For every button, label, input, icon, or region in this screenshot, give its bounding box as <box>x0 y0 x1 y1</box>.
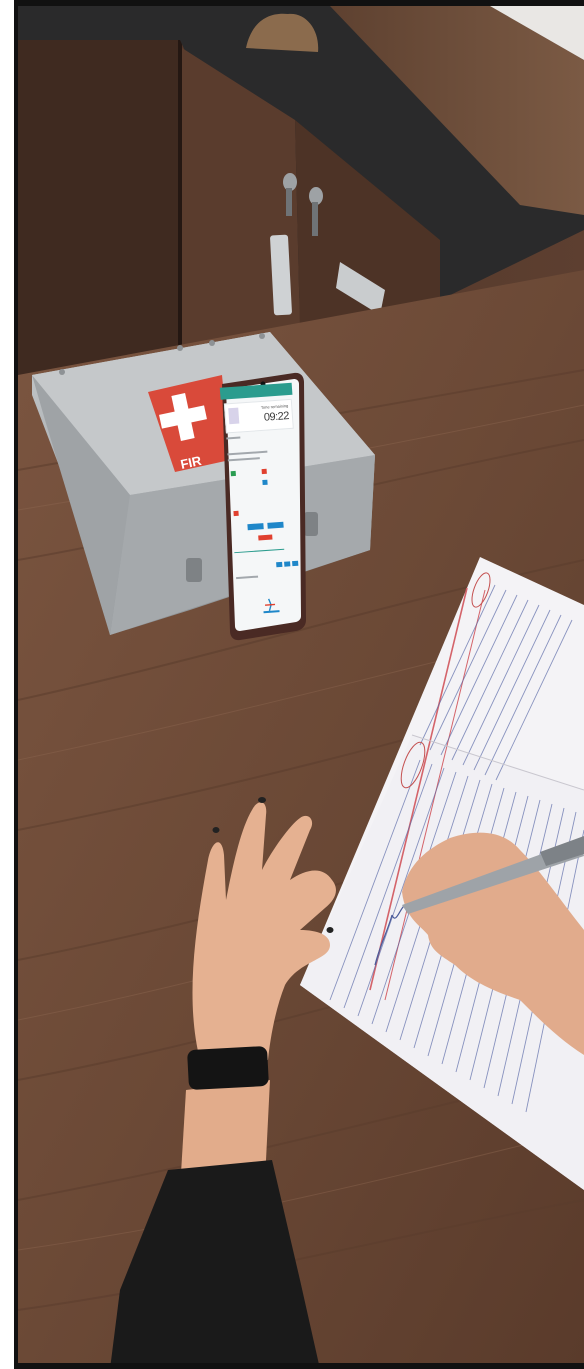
timer-label: Time remaining <box>260 403 289 410</box>
app-logo-icon <box>263 598 280 614</box>
submit-button[interactable] <box>258 534 273 541</box>
frame-border-bottom <box>14 1363 584 1369</box>
option-badge[interactable] <box>262 479 268 486</box>
nav-button[interactable] <box>276 561 283 568</box>
desk-photo: FIR <box>17 0 584 1369</box>
nav-button[interactable] <box>292 560 299 567</box>
timer-card: Time remaining 09:22 <box>223 398 294 434</box>
frame-border-left <box>14 0 18 1369</box>
frame-border-top <box>14 0 584 6</box>
timer-value: 09:22 <box>263 410 290 424</box>
text-line <box>234 548 285 554</box>
nav-button[interactable] <box>284 561 291 567</box>
text-line <box>227 457 260 462</box>
profile-thumbnail <box>228 407 240 425</box>
action-button[interactable] <box>267 521 284 529</box>
left-cabinet-door <box>18 40 178 385</box>
action-button[interactable] <box>247 523 264 531</box>
text-line <box>227 450 268 456</box>
text-line <box>236 575 259 580</box>
option-badge[interactable] <box>233 510 239 517</box>
text-line <box>226 436 241 440</box>
option-badge[interactable] <box>261 468 267 475</box>
option-badge[interactable] <box>230 470 236 477</box>
